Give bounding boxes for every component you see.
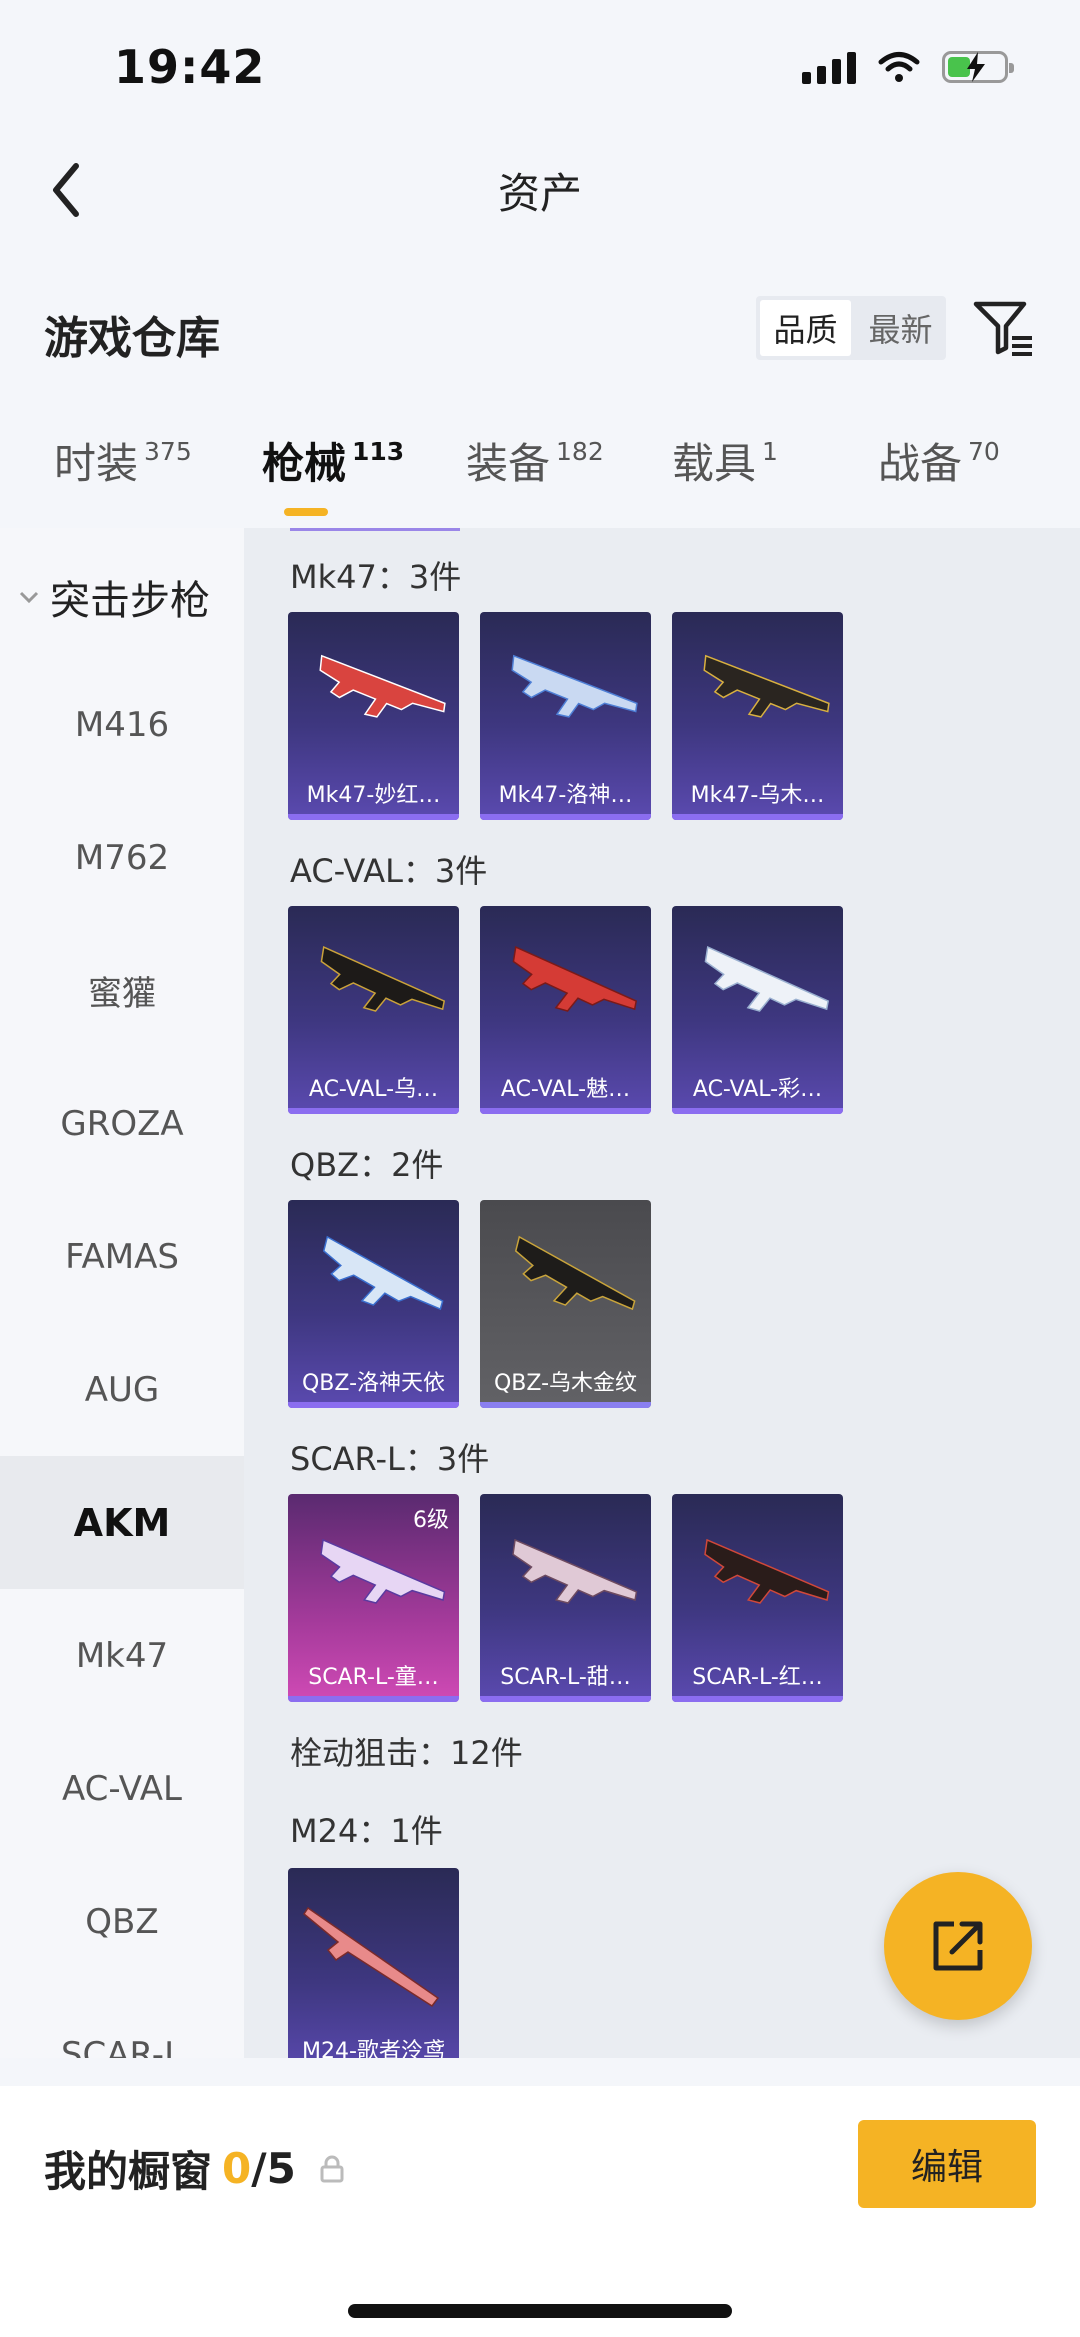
weapon-card-name: QBZ-乌木金纹 — [493, 1371, 638, 1396]
rifle-icon — [307, 1234, 446, 1338]
tab-fashion[interactable]: 时装 375 — [54, 430, 192, 491]
tab-battle-gear[interactable]: 战备 70 — [878, 430, 1000, 491]
weapon-card[interactable]: SCAR-L-甜… — [480, 1494, 651, 1702]
rifle-icon — [690, 653, 832, 742]
weapon-card[interactable]: AC-VAL-彩… — [672, 906, 843, 1114]
sidebar-item-mk47[interactable]: Mk47 — [0, 1589, 244, 1722]
sidebar-item-m762[interactable]: M762 — [0, 791, 244, 924]
sidebar-item-akm[interactable]: AKM — [0, 1456, 244, 1589]
rifle-icon — [498, 653, 640, 742]
group-title-bolt-action: 栓动狙击：12件 — [290, 1734, 523, 1772]
filter-button[interactable] — [970, 296, 1036, 362]
group-title-qbz: QBZ：2件 — [290, 1146, 444, 1184]
group-title-ac-val: AC-VAL：3件 — [290, 852, 488, 890]
tab-weapons[interactable]: 枪械 113 — [262, 430, 404, 491]
sidebar-item-famas[interactable]: FAMAS — [0, 1190, 244, 1323]
card-bar — [672, 814, 843, 820]
card-bar — [480, 814, 651, 820]
showcase-total: /5 — [251, 2144, 296, 2193]
home-indicator — [348, 2304, 732, 2318]
weapon-card[interactable]: 6级 SCAR-L-童… — [288, 1494, 459, 1702]
card-bar — [288, 1108, 459, 1114]
sidebar-item-aug[interactable]: AUG — [0, 1323, 244, 1456]
weapon-card[interactable]: AC-VAL-魅… — [480, 906, 651, 1114]
page-title: 资产 — [497, 169, 582, 218]
rifle-icon — [498, 1537, 640, 1630]
showcase-label: 我的橱窗 0 /5 — [44, 2138, 344, 2199]
group-title-mk47: Mk47：3件 — [290, 558, 462, 596]
signal-icon — [802, 50, 856, 84]
weapon-card[interactable]: Mk47-乌木… — [672, 612, 843, 820]
weapon-card-name: SCAR-L-红… — [692, 1665, 823, 1690]
rifle-icon — [306, 944, 447, 1039]
scroll-hint-line — [290, 528, 460, 531]
sort-toggle: 品质 最新 — [756, 296, 946, 360]
weapon-card[interactable]: QBZ-洛神天依 — [288, 1200, 459, 1408]
weapon-card[interactable]: Mk47-洛神… — [480, 612, 651, 820]
card-bar — [288, 1696, 459, 1702]
sidebar-item-honey-badger[interactable]: 蜜獾 — [0, 924, 244, 1057]
filter-icon — [973, 301, 1032, 356]
external-link-icon — [933, 1921, 983, 1971]
weapon-card[interactable]: SCAR-L-红… — [672, 1494, 843, 1702]
sidebar-item-groza[interactable]: GROZA — [0, 1057, 244, 1190]
weapon-card-name: Mk47-乌木… — [690, 783, 825, 808]
status-time: 19:42 — [114, 40, 266, 94]
lock-icon — [320, 2155, 344, 2182]
status-icons — [802, 50, 1014, 84]
weapon-sidebar: 突击步枪 M416 M762 蜜獾 GROZA FAMAS AUG AKM Mk… — [0, 528, 244, 2058]
rifle-icon — [499, 1234, 638, 1338]
sidebar-item-qbz[interactable]: QBZ — [0, 1855, 244, 1988]
rifle-icon — [690, 944, 831, 1039]
group-title-m24: M24：1件 — [290, 1812, 443, 1850]
weapon-card-name: SCAR-L-童… — [308, 1665, 439, 1690]
sidebar-item-ac-val[interactable]: AC-VAL — [0, 1722, 244, 1855]
card-bar — [288, 814, 459, 820]
category-assault-rifles[interactable]: 突击步枪 — [18, 568, 210, 626]
weapon-card-name: Mk47-洛神… — [498, 783, 633, 808]
showcase-count: 0 — [222, 2144, 252, 2193]
sidebar-item-scar-l[interactable]: SCAR-L — [0, 1988, 244, 2059]
weapon-card-name: Mk47-妙红… — [306, 783, 441, 808]
weapon-card[interactable]: Mk47-妙红… — [288, 612, 459, 820]
sidebar-item-m416[interactable]: M416 — [0, 658, 244, 791]
tab-vehicles[interactable]: 载具 1 — [672, 430, 778, 491]
card-bar — [480, 1402, 651, 1408]
edit-button[interactable]: 编辑 — [858, 2120, 1036, 2208]
tab-underline — [284, 508, 328, 516]
rifle-icon — [306, 653, 448, 742]
weapon-card-name: SCAR-L-甜… — [500, 1665, 631, 1690]
card-bar — [288, 1402, 459, 1408]
warehouse-title: 游戏仓库 — [44, 313, 220, 364]
level-badge: 6级 — [413, 1508, 449, 1533]
weapon-card-name: M24-歌者泠鸢 — [302, 2039, 445, 2058]
weapon-card[interactable]: QBZ-乌木金纹 — [480, 1200, 651, 1408]
chevron-down-icon — [19, 591, 39, 604]
bottom-bar: 我的橱窗 0 /5 编辑 — [0, 2086, 1080, 2337]
card-bar — [672, 1108, 843, 1114]
weapon-grid: Mk47：3件 Mk47-妙红… Mk47-洛神… Mk47-乌木… AC-VA… — [244, 528, 1080, 2058]
share-button[interactable] — [884, 1872, 1032, 2020]
rifle-icon — [498, 944, 639, 1039]
wifi-icon — [878, 52, 920, 82]
sort-latest-button[interactable]: 最新 — [855, 296, 946, 360]
weapon-card-name: QBZ-洛神天依 — [301, 1371, 446, 1396]
card-bar — [672, 1696, 843, 1702]
rifle-icon — [690, 1537, 832, 1630]
weapon-card[interactable]: M24-歌者泠鸢 — [288, 1868, 459, 2058]
card-bar — [480, 1696, 651, 1702]
weapon-card-name: AC-VAL-魅… — [500, 1077, 631, 1102]
card-bar — [480, 1108, 651, 1114]
weapon-card[interactable]: AC-VAL-乌… — [288, 906, 459, 1114]
weapon-card-name: AC-VAL-乌… — [308, 1077, 439, 1102]
battery-icon — [942, 51, 1014, 83]
tab-equipment[interactable]: 装备 182 — [466, 430, 604, 491]
sniper-rifle-icon — [302, 1906, 440, 2008]
category-tabs: 时装 375 枪械 113 装备 182 载具 1 战备 70 — [0, 430, 1080, 520]
sort-quality-button[interactable]: 品质 — [760, 300, 851, 356]
weapon-card-name: AC-VAL-彩… — [692, 1077, 823, 1102]
group-title-scar-l: SCAR-L：3件 — [290, 1440, 490, 1478]
